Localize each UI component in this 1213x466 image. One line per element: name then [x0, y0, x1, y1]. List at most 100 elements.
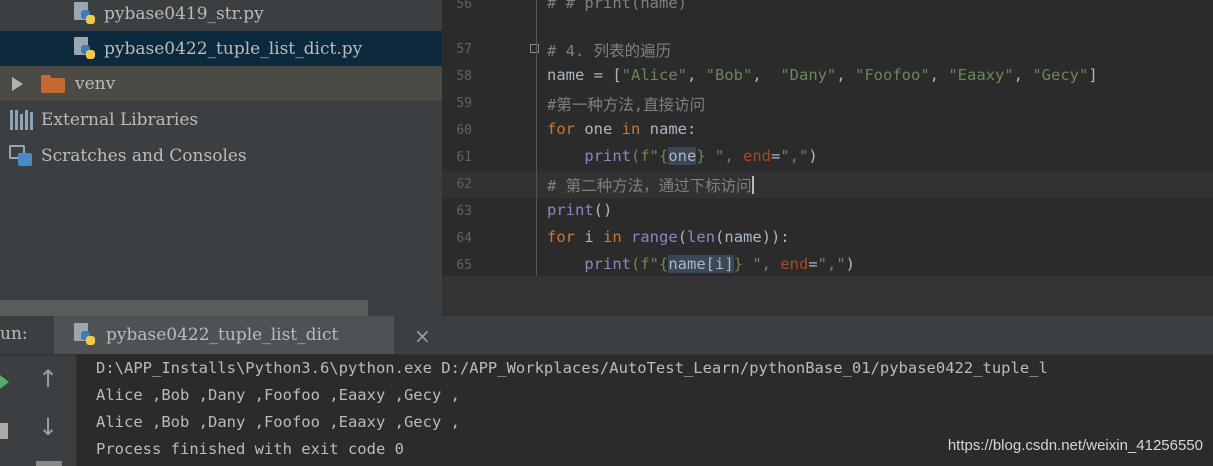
line-number: 63 [456, 204, 472, 219]
code-text: # # print(name) [547, 0, 687, 12]
code-keyword: in [603, 228, 622, 246]
line-number: 62 [456, 177, 472, 192]
tree-item-external-libraries[interactable]: External Libraries [0, 102, 442, 137]
code-line[interactable]: 59 #第一种方法,直接访问 [442, 90, 1213, 117]
project-tree: pybase0419_str.py pybase0422_tuple_list_… [0, 0, 442, 316]
code-comment: # 4. 列表的遍历 [547, 42, 672, 60]
code-line[interactable]: 58 name = ["Alice", "Bob", "Dany", "Foof… [442, 63, 1213, 90]
code-punct: () [593, 201, 613, 219]
tree-item-scratches[interactable]: Scratches and Consoles [0, 138, 442, 173]
code-string: "Foofoo" [855, 66, 930, 84]
tree-item-venv[interactable]: venv [0, 66, 442, 101]
code-comment: #第一种方法,直接访问 [547, 96, 706, 114]
run-tool-header: un: pybase0422_tuple_list_dict × [0, 316, 1213, 355]
code-identifier: name [547, 66, 585, 84]
scroll-up-icon[interactable]: ↑ [38, 365, 58, 393]
line-number: 59 [456, 96, 472, 111]
console-line: Alice ,Bob ,Dany ,Foofoo ,Eaaxy ,Gecy , [96, 413, 460, 431]
folder-icon [41, 74, 65, 93]
code-string: "Dany" [780, 66, 837, 84]
code-identifier: (name)): [715, 228, 790, 246]
code-string: (f"{ [631, 255, 669, 273]
watermark-text: https://blog.csdn.net/weixin_41256550 [947, 437, 1203, 454]
code-string: "," [817, 255, 846, 273]
tree-scrollbar-thumb[interactable] [0, 300, 368, 316]
line-number: 64 [456, 231, 472, 246]
console-line: D:\APP_Installs\Python3.6\python.exe D:/… [96, 359, 1048, 377]
code-punct: ) [845, 255, 856, 273]
line-number: 60 [456, 123, 472, 138]
code-identifier: i [575, 228, 603, 246]
rerun-icon[interactable] [0, 375, 9, 389]
code-keyword: for [547, 120, 575, 138]
code-kwarg: end [780, 255, 809, 273]
scratches-icon [9, 144, 33, 167]
code-punct: = [808, 255, 818, 273]
code-comment: # 第二种方法，通过下标访问 [547, 177, 752, 195]
code-builtin: print [547, 201, 594, 219]
code-line[interactable]: 63 print() [442, 198, 1213, 225]
fold-marker-icon[interactable] [530, 44, 539, 53]
code-punct: ( [677, 228, 688, 246]
code-identifier: name[i] [668, 255, 734, 273]
scroll-down-icon[interactable]: ↓ [38, 413, 58, 441]
run-tab[interactable]: pybase0422_tuple_list_dict × [54, 316, 431, 354]
code-punct: ) [808, 147, 818, 165]
console-line: Alice ,Bob ,Dany ,Foofoo ,Eaaxy ,Gecy , [96, 386, 460, 404]
code-string: "Alice" [621, 66, 687, 84]
code-string: } ", [696, 147, 743, 165]
line-number: 65 [456, 258, 472, 273]
code-punct: = [771, 147, 781, 165]
code-line[interactable]: 64 for i in range(len(name)): [442, 225, 1213, 252]
code-string: "Bob" [705, 66, 753, 84]
python-file-icon [74, 323, 96, 347]
run-label: un: [0, 324, 28, 344]
console-line: Process finished with exit code 0 [96, 440, 404, 458]
run-tab-title: pybase0422_tuple_list_dict [106, 325, 339, 345]
run-toolbar: ↑ ↓ [0, 355, 76, 466]
line-number: 57 [456, 42, 472, 57]
code-kwarg: end [743, 147, 771, 165]
code-string: "Gecy" [1032, 66, 1089, 84]
toolbar-more-icon[interactable] [36, 461, 62, 466]
tree-item-label: External Libraries [41, 109, 199, 130]
code-string: (f"{ [631, 147, 669, 165]
tree-item-pybase0422[interactable]: pybase0422_tuple_list_dict.py [0, 31, 442, 66]
code-builtin: range [631, 228, 678, 246]
line-number: 58 [456, 69, 472, 84]
code-string: "," [780, 147, 809, 165]
tree-item-label: pybase0419_str.py [104, 3, 264, 24]
python-file-icon [74, 1, 96, 26]
tree-item-pybase0419[interactable]: pybase0419_str.py [0, 0, 442, 31]
text-caret [751, 176, 754, 194]
libraries-icon [10, 109, 33, 130]
code-line[interactable]: 56 # # print(name) [442, 0, 1213, 18]
tree-item-label: pybase0422_tuple_list_dict.py [104, 38, 363, 59]
code-line-current[interactable]: 62 # 第二种方法，通过下标访问 [442, 171, 1213, 198]
gutter-divider [536, 0, 537, 276]
line-number: 61 [456, 150, 472, 165]
tree-item-label: venv [75, 73, 116, 94]
code-punct: ] [1088, 66, 1098, 84]
code-punct: = [ [584, 66, 622, 84]
code-line[interactable]: 60 for one in name: [442, 117, 1213, 144]
code-line[interactable]: 57 # 4. 列表的遍历 [442, 36, 1213, 63]
close-icon[interactable]: × [414, 324, 431, 348]
code-builtin: len [687, 228, 716, 246]
code-identifier: one [668, 147, 697, 165]
code-builtin: print [584, 147, 631, 165]
code-identifier: one [575, 120, 622, 138]
line-number: 56 [456, 0, 472, 12]
expand-arrow-icon[interactable] [12, 76, 23, 91]
code-string: } ", [733, 255, 781, 273]
code-builtin: print [584, 255, 631, 273]
code-line[interactable]: 61 print(f"{one} ", end=",") [442, 144, 1213, 171]
code-keyword: for [547, 228, 575, 246]
tree-item-label: Scratches and Consoles [41, 145, 247, 166]
code-string: "Eaaxy" [948, 66, 1014, 84]
stop-icon[interactable] [0, 423, 8, 439]
code-line[interactable]: 65 print(f"{name[i]} ", end=",") [442, 252, 1213, 279]
editor-bottom-area [442, 276, 1213, 316]
code-keyword: in [621, 120, 641, 138]
